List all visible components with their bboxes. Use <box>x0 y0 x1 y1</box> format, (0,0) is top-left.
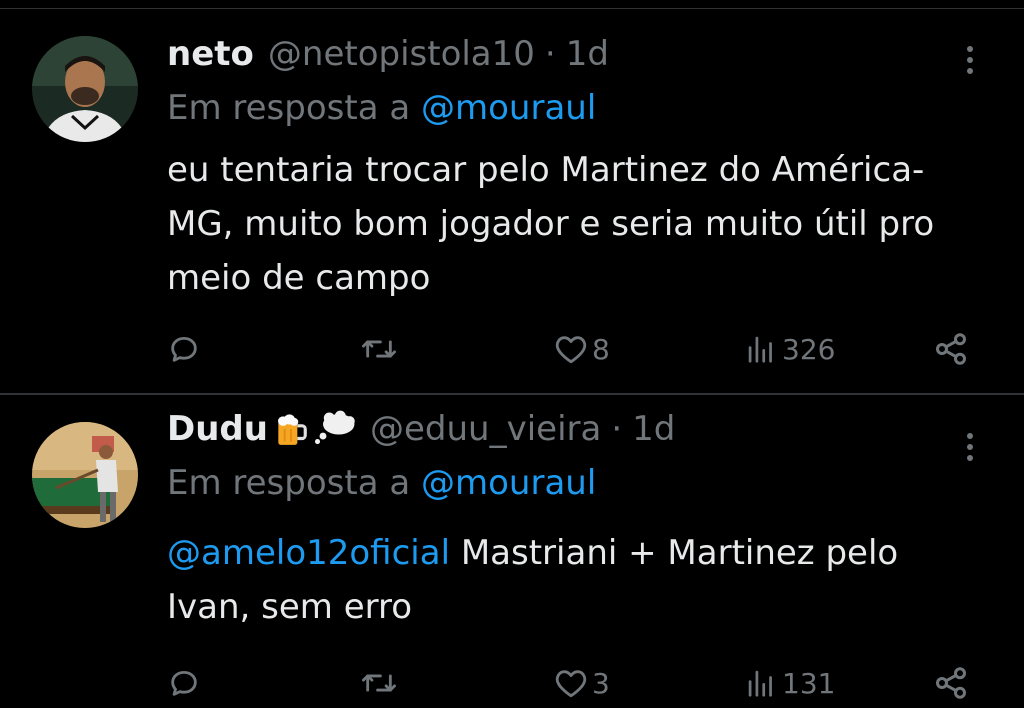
tweet-text: eu tentaria trocar pelo Martinez do Amér… <box>167 143 967 305</box>
share-icon <box>936 667 966 699</box>
more-icon[interactable] <box>956 40 984 80</box>
name-emoji <box>272 410 356 448</box>
reply-mention-link[interactable]: @mouraul <box>421 463 596 503</box>
beer-icon <box>278 414 307 445</box>
view-count: 131 <box>782 666 836 700</box>
more-icon[interactable] <box>956 427 984 467</box>
reply-button[interactable] <box>167 327 201 371</box>
tweet-text: @amelo12oficial Mastriani + Martinez pel… <box>167 526 967 634</box>
timestamp[interactable]: 1d <box>566 34 609 74</box>
share-button[interactable] <box>933 661 969 705</box>
reply-mention-link[interactable]: @mouraul <box>421 88 596 128</box>
heart-icon <box>555 670 587 698</box>
like-count: 8 <box>592 332 610 366</box>
heart-icon <box>555 336 587 364</box>
tweet[interactable]: neto @netopistola10 · 1d Em resposta a @… <box>0 10 1024 395</box>
separator-dot: · <box>611 409 623 449</box>
like-count: 3 <box>592 666 610 700</box>
action-bar: 8 326 <box>167 327 987 371</box>
reply-icon <box>171 670 197 696</box>
reply-prefix: Em resposta a <box>167 463 411 503</box>
thought-balloon-icon <box>314 410 355 445</box>
tweet-header: Dudu @eduu_vieira · 1d <box>167 407 675 451</box>
user-handle[interactable]: @eduu_vieira <box>370 409 601 449</box>
retweet-icon <box>361 674 396 692</box>
display-name[interactable]: neto <box>167 34 254 74</box>
tweet-text-content: eu tentaria trocar pelo Martinez do Amér… <box>167 150 935 298</box>
display-name[interactable]: Dudu <box>167 409 268 449</box>
reply-context: Em resposta a @mouraul <box>167 463 596 503</box>
top-divider <box>0 8 1024 9</box>
like-button[interactable]: 3 <box>554 661 610 705</box>
share-button[interactable] <box>933 327 969 371</box>
reply-prefix: Em resposta a <box>167 88 411 128</box>
reply-button[interactable] <box>167 661 201 705</box>
avatar[interactable] <box>32 36 138 142</box>
views-icon <box>748 670 772 697</box>
timestamp[interactable]: 1d <box>632 409 675 449</box>
reply-context: Em resposta a @mouraul <box>167 88 596 128</box>
action-bar: 3 131 <box>167 661 987 705</box>
view-count: 326 <box>782 332 836 366</box>
avatar-image <box>32 36 138 142</box>
views-button[interactable]: 326 <box>744 327 835 371</box>
tweet-header: neto @netopistola10 · 1d <box>167 32 609 76</box>
share-icon <box>936 333 966 365</box>
views-button[interactable]: 131 <box>744 661 835 705</box>
avatar[interactable] <box>32 422 138 528</box>
like-button[interactable]: 8 <box>554 327 610 371</box>
tweet[interactable]: Dudu @eduu_vieira · 1d Em resposta a @mo… <box>0 395 1024 708</box>
views-icon <box>748 336 772 363</box>
retweet-icon <box>361 340 396 358</box>
separator-dot: · <box>544 34 556 74</box>
retweet-button[interactable] <box>360 661 398 705</box>
user-handle[interactable]: @netopistola10 <box>268 34 535 74</box>
reply-icon <box>171 336 197 362</box>
mention-link[interactable]: @amelo12oficial <box>167 533 450 573</box>
retweet-button[interactable] <box>360 327 398 371</box>
avatar-image <box>32 422 138 528</box>
